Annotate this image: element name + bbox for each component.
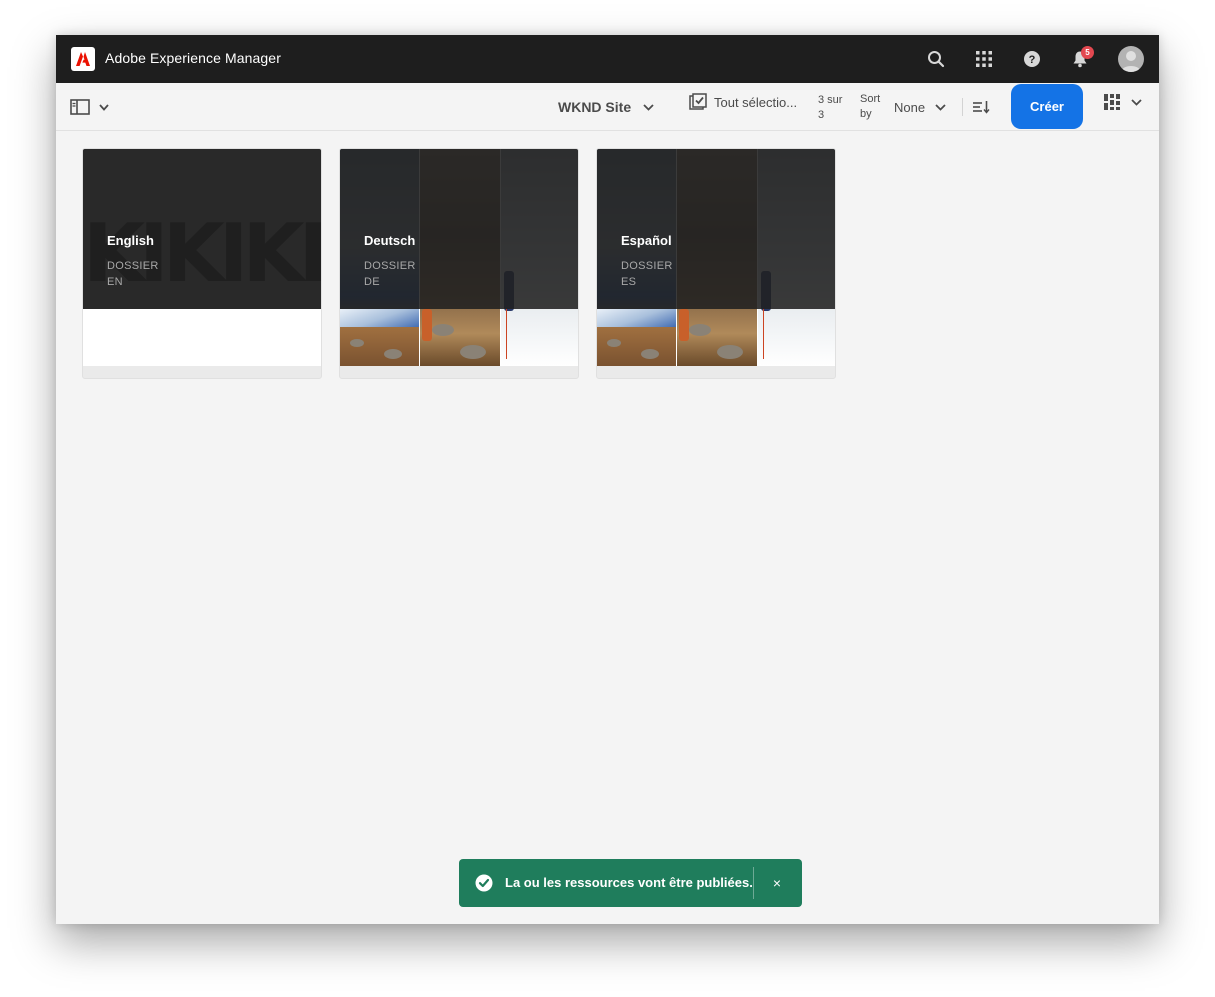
folder-card-english[interactable]: KIKIKIKIKI English DOSSIER EN (82, 148, 322, 379)
chevron-down-icon (935, 103, 946, 111)
sort-by-dropdown[interactable]: None (894, 97, 946, 117)
chevron-down-icon (643, 103, 654, 111)
selection-count: 3 sur 3 (818, 93, 848, 123)
card-title: Español (621, 233, 672, 248)
close-icon[interactable]: × (767, 873, 787, 893)
select-all-icon (689, 93, 707, 110)
chevron-down-icon (1131, 98, 1142, 106)
toast-divider (753, 867, 754, 899)
checkmark-circle-icon (475, 874, 493, 892)
shell-header: Adobe Experience Manager ? 5 (56, 35, 1159, 83)
view-switcher[interactable] (1103, 92, 1142, 112)
select-all-label: Tout sélectio... (714, 94, 798, 110)
card-view-icon (1104, 94, 1120, 110)
rail-panel-icon (70, 99, 90, 115)
card-type: DOSSIER (621, 260, 673, 272)
card-type: DOSSIER (107, 260, 159, 272)
selection-count-line1: 3 sur (818, 94, 843, 106)
toolbar-divider (962, 98, 963, 116)
app-window: Adobe Experience Manager ? 5 WKND Site T… (56, 35, 1159, 924)
adobe-logo-icon[interactable] (71, 47, 95, 71)
sort-by-label-line1: Sort (860, 93, 881, 105)
sort-by-value: None (894, 99, 926, 115)
sort-descending-icon (973, 101, 990, 114)
folder-card-deutsch[interactable]: Deutsch DOSSIER DE (339, 148, 579, 379)
user-avatar[interactable] (1118, 46, 1144, 72)
svg-text:?: ? (1029, 54, 1036, 66)
card-language-code: ES (621, 276, 637, 288)
action-bar: WKND Site Tout sélectio... 3 sur 3 Sort … (56, 83, 1159, 131)
sort-order-button[interactable] (970, 96, 992, 118)
select-all-button[interactable]: Tout sélectio... (689, 92, 797, 112)
folder-card-espanol[interactable]: Español DOSSIER ES (596, 148, 836, 379)
success-toast: La ou les ressources vont être publiées.… (459, 859, 802, 907)
app-title[interactable]: Adobe Experience Manager (105, 50, 281, 66)
site-title-dropdown[interactable]: WKND Site (558, 97, 654, 117)
help-icon[interactable]: ? (1020, 47, 1044, 71)
chevron-down-icon (99, 103, 109, 111)
create-button[interactable]: Créer (1011, 84, 1083, 129)
search-icon[interactable] (924, 47, 948, 71)
notification-count-badge: 5 (1081, 46, 1094, 59)
card-title: Deutsch (364, 233, 416, 248)
apps-grid-icon[interactable] (972, 47, 996, 71)
card-type: DOSSIER (364, 260, 416, 272)
card-language-code: EN (107, 276, 123, 288)
card-title: English (107, 233, 154, 248)
sort-by-label-line2: by (860, 108, 872, 120)
notifications-bell-icon[interactable]: 5 (1068, 46, 1094, 71)
site-title: WKND Site (558, 99, 632, 115)
card-language-code: DE (364, 276, 380, 288)
toast-message: La ou les ressources vont être publiées. (505, 875, 753, 890)
rail-toggle-button[interactable] (70, 97, 120, 117)
sort-by-label: Sort by (860, 92, 888, 122)
selection-count-line2: 3 (818, 109, 825, 121)
